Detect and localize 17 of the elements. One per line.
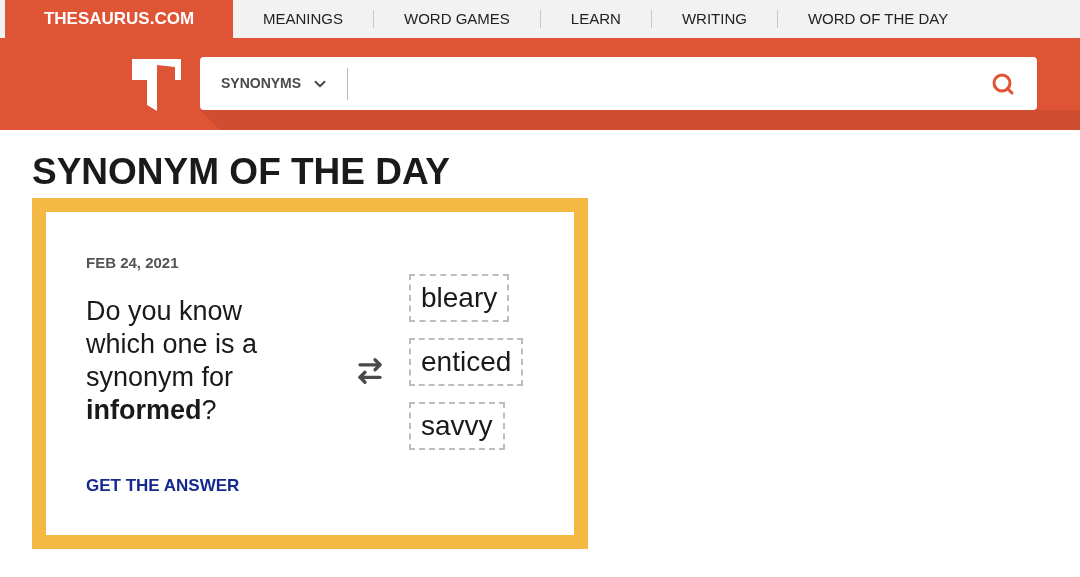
- synonym-option[interactable]: enticed: [409, 338, 524, 386]
- synonym-option[interactable]: savvy: [409, 402, 505, 450]
- nav-link[interactable]: WRITING: [651, 7, 777, 31]
- date-label: FEB 24, 2021: [86, 253, 180, 273]
- nav-link[interactable]: WORD OF THE DAY: [777, 7, 979, 31]
- search-mode-dropdown[interactable]: SYNONYMS: [200, 73, 348, 94]
- brand-link[interactable]: THESAURUS.COM: [5, 0, 233, 38]
- nav-link[interactable]: WORD GAMES: [374, 7, 540, 31]
- swap-arrows-icon: [355, 356, 385, 386]
- question-text: Do you know which one is a synonym for informed?: [86, 294, 259, 427]
- answer-link[interactable]: GET THE ANSWER: [86, 472, 331, 498]
- nav-link[interactable]: LEARN: [540, 7, 651, 31]
- logo-icon: [132, 59, 181, 111]
- page-heading: SYNONYM OF THE DAY: [32, 150, 452, 194]
- search-icon[interactable]: [991, 71, 1015, 96]
- nav-link[interactable]: MEANINGS: [233, 7, 373, 31]
- synonym-option[interactable]: bleary: [409, 274, 510, 322]
